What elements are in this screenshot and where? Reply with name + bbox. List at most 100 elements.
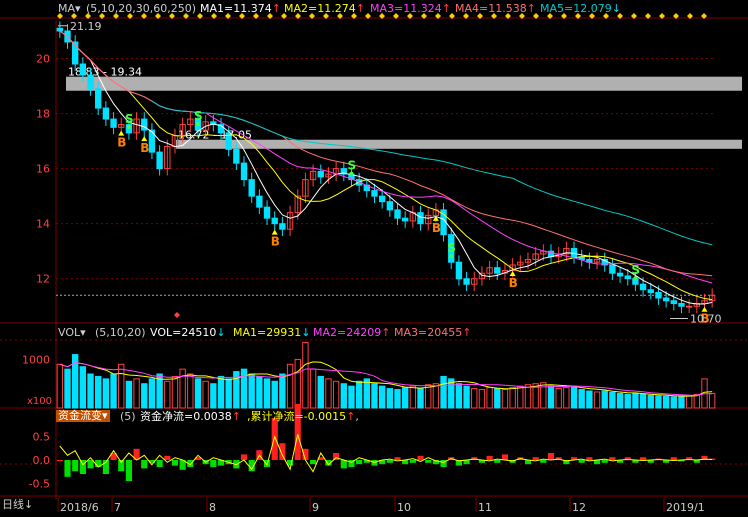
ma5-arrow: ↓: [611, 2, 621, 15]
candle-body: [386, 201, 394, 211]
candle-body: [417, 212, 424, 225]
ma5-text: MA5=12.079: [540, 2, 612, 15]
x-tick-label: 7: [114, 501, 121, 514]
flow-bar: [670, 457, 677, 460]
volume-bar: [294, 358, 301, 409]
candle-body: [402, 217, 409, 222]
volume-bar: [309, 368, 317, 409]
marker-diamond: [174, 312, 180, 318]
band1-label: 18.83 - 19.34: [68, 66, 142, 79]
volume-bar: [256, 375, 263, 409]
flow-bar: [72, 460, 79, 472]
volume-bar: [210, 383, 217, 409]
x-tick-label: 8: [209, 501, 216, 514]
flow-cum-text: 累计净流=-0.0015: [250, 410, 347, 423]
volume-bar: [79, 366, 87, 409]
x-tick-label: 2018/6: [60, 501, 99, 514]
flow-bar: [171, 460, 179, 466]
ma3-value: MA3=11.324↑: [370, 3, 451, 15]
volume-bar: [225, 378, 232, 409]
ma-menu[interactable]: MA▾: [58, 3, 81, 15]
vol-ma1-value: MA1=29931↓: [233, 327, 310, 339]
low-label: 10.70: [690, 312, 722, 325]
volume-bar: [325, 378, 332, 409]
volume-bar: [302, 341, 309, 409]
ma2-value: MA2=11.274↑: [284, 3, 365, 15]
volume-bar: [578, 389, 585, 409]
flow-comma-2: ,: [355, 410, 359, 423]
flow-indicator-select[interactable]: 资金流变▾: [56, 410, 110, 422]
buy-signal-label: B: [140, 141, 149, 155]
volume-bar: [317, 375, 324, 409]
volume-bar: [471, 388, 478, 409]
period-select[interactable]: 日线↓: [2, 499, 33, 511]
candle-body: [271, 217, 278, 225]
volume-bar: [187, 373, 194, 409]
ma-label[interactable]: MA▾: [58, 2, 81, 15]
volume-bar: [455, 383, 463, 409]
volume-bar: [662, 395, 670, 409]
volume-bar: [133, 378, 140, 409]
flow-net-arrow: ↑: [231, 410, 241, 423]
candle-body: [685, 305, 693, 308]
candle-body: [463, 278, 470, 285]
candle-body: [655, 291, 662, 299]
y-tick-label: 16: [36, 163, 50, 176]
candle-body: [662, 297, 670, 302]
vol-arrow: ↓: [216, 326, 226, 339]
volume-bar: [141, 383, 148, 409]
candle-body: [455, 261, 463, 280]
sell-dot: [126, 124, 131, 129]
vol-params: (5,10,20): [95, 327, 146, 339]
volume-bar: [125, 380, 133, 409]
flow-net-value: 资金净流=0.0038↑: [140, 411, 241, 423]
period-dropdown-icon[interactable]: ↓: [24, 498, 33, 511]
buy-signal-label: B: [432, 221, 441, 235]
candle-body: [378, 195, 386, 203]
flow-bar: [609, 457, 616, 460]
volume-bar: [563, 387, 570, 409]
candle-body: [394, 209, 401, 219]
vol-ma2-arrow: ↑: [381, 326, 391, 339]
sell-signal-label: S: [194, 109, 203, 123]
volume-bar: [501, 389, 509, 409]
candle-body: [670, 300, 677, 304]
ma1-text: MA1=11.374: [200, 2, 272, 15]
vol-label[interactable]: VOL▾: [58, 326, 86, 339]
sell-dot: [349, 171, 354, 176]
volume-bar: [171, 375, 179, 409]
chart-canvas[interactable]: 12 14 16 18 20 1000 x100 0.5 0.0 -0.5 2018/6 7 8 9 10 1…: [0, 0, 748, 514]
candle-body: [263, 206, 271, 219]
flow-bar: [210, 460, 217, 467]
y-tick-label: 14: [36, 218, 50, 231]
volume-bar: [102, 378, 110, 409]
volume-bar: [425, 384, 432, 409]
period-label[interactable]: 日线: [2, 498, 24, 511]
vol-menu[interactable]: VOL▾: [58, 327, 86, 339]
vol-tick-label: 1000: [22, 353, 50, 366]
candle-body: [248, 179, 255, 197]
flow-bar: [64, 460, 71, 477]
flow-label[interactable]: 资金流变▾: [58, 409, 108, 422]
volume-bar: [647, 394, 654, 409]
flow-bar: [356, 460, 363, 465]
candle-body: [56, 27, 64, 32]
x-tick-label: 2019/1: [666, 501, 705, 514]
flow-bar: [333, 453, 340, 460]
flow-bar: [125, 460, 132, 481]
vol-value: VOL=24510↓: [150, 327, 226, 339]
flow-params: (5): [120, 411, 136, 423]
volume-bar: [179, 368, 186, 409]
stock-chart[interactable]: 12 14 16 18 20 1000 x100 0.5 0.0 -0.5 2018/6 7 8 9 10 1…: [0, 0, 748, 514]
flow-bar: [141, 460, 148, 469]
sell-dot: [633, 276, 638, 281]
ma1-arrow: ↑: [271, 2, 281, 15]
volume-bar: [509, 387, 516, 409]
candle-body: [256, 195, 263, 208]
flow-tick-label: 0.0: [33, 454, 51, 467]
candle-body: [102, 107, 110, 120]
volume-bar: [363, 378, 370, 409]
buy-signal-label: B: [509, 276, 518, 290]
vol-ma3-value: MA3=20455↑: [394, 327, 471, 339]
vol-ma1-arrow: ↓: [301, 326, 311, 339]
